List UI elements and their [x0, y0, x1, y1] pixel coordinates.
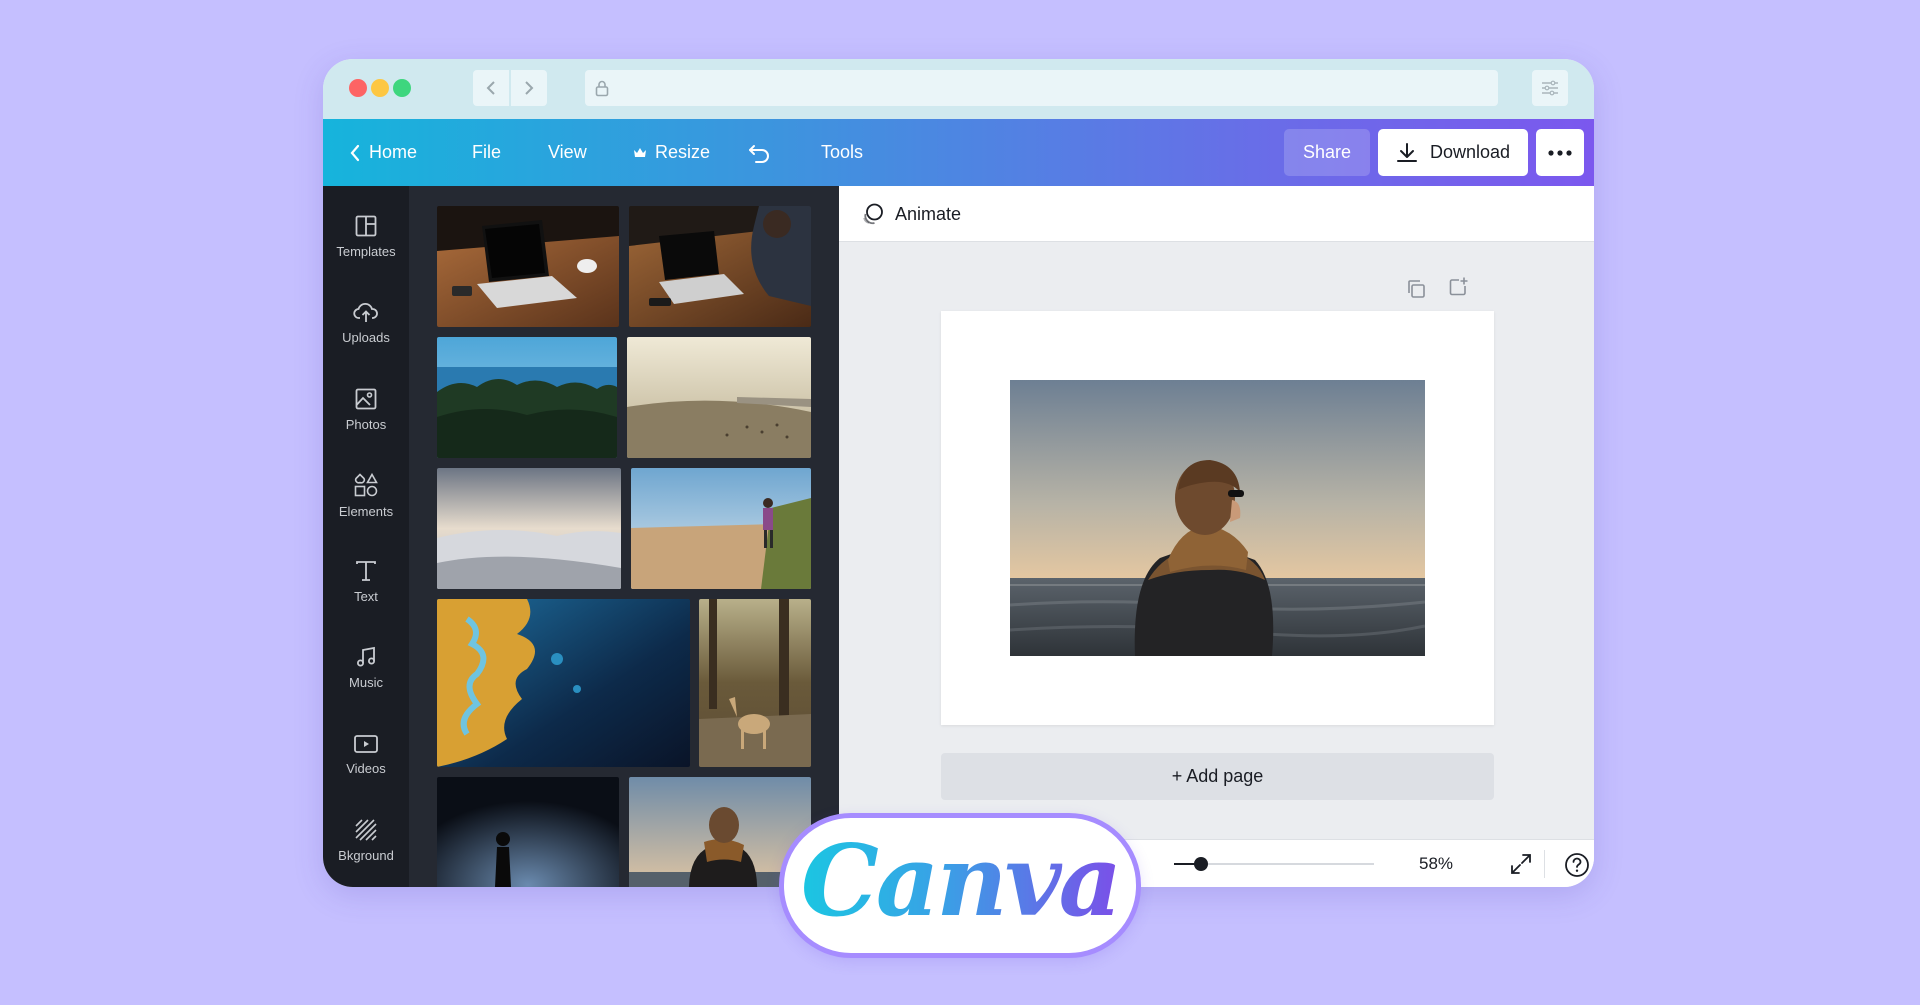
sidebar-item-photos[interactable]: Photos	[323, 374, 409, 444]
sidebar-item-background[interactable]: Bkground	[323, 805, 409, 875]
cave-photo	[437, 777, 619, 887]
photos-panel	[409, 186, 839, 887]
sidebar-item-label: Text	[354, 588, 378, 604]
photo-beach-walker[interactable]	[631, 468, 811, 589]
view-menu[interactable]: View	[548, 119, 587, 186]
upload-cloud-icon	[353, 302, 378, 322]
chevron-left-icon	[350, 144, 360, 161]
lock-icon	[595, 80, 609, 97]
laptop-work-photo	[629, 206, 811, 327]
design-page[interactable]	[941, 311, 1494, 725]
beach-photo	[627, 337, 811, 458]
background-hatch-icon	[355, 818, 377, 841]
text-icon	[356, 560, 376, 581]
add-page-label: + Add page	[1171, 766, 1264, 786]
photo-aerial-coast[interactable]	[437, 599, 690, 767]
divider	[1544, 850, 1545, 878]
download-button[interactable]: Download	[1378, 129, 1528, 176]
browser-chrome	[323, 59, 1594, 119]
minimize-window-dot[interactable]	[371, 79, 389, 97]
snow-photo	[437, 468, 621, 589]
sidebar-item-label: Videos	[346, 760, 386, 776]
music-note-icon	[357, 646, 375, 666]
photo-dark-cave[interactable]	[437, 777, 619, 887]
browser-settings-button[interactable]	[1532, 70, 1568, 106]
shapes-icon	[354, 472, 378, 496]
duplicate-page-icon[interactable]	[1405, 278, 1427, 300]
fullscreen-icon[interactable]	[1509, 852, 1533, 876]
forest-photo	[437, 337, 617, 458]
person-at-sea-photo	[1010, 380, 1425, 656]
add-page-button[interactable]: + Add page	[941, 753, 1494, 800]
address-bar[interactable]	[585, 70, 1498, 106]
browser-forward-button[interactable]	[511, 70, 547, 106]
templates-icon	[355, 215, 377, 236]
zoom-slider[interactable]	[1174, 857, 1374, 871]
photo-person-laptop[interactable]	[629, 206, 811, 327]
zoom-level[interactable]: 58%	[1419, 840, 1453, 887]
chevron-left-icon	[486, 81, 495, 95]
undo-button[interactable]	[748, 119, 772, 186]
add-page-icon[interactable]	[1447, 276, 1469, 298]
maximize-window-dot[interactable]	[393, 79, 411, 97]
deer-photo	[699, 599, 811, 767]
home-button[interactable]: Home	[349, 119, 417, 186]
file-menu[interactable]: File	[472, 119, 501, 186]
sidebar-item-label: Templates	[336, 243, 396, 259]
download-label: Download	[1429, 142, 1511, 162]
sidebar-item-elements[interactable]: Elements	[323, 460, 409, 530]
sidebar-item-label: Elements	[338, 503, 394, 519]
share-label: Share	[1302, 142, 1352, 162]
sidebar-item-text[interactable]: Text	[323, 546, 409, 616]
help-icon[interactable]	[1564, 852, 1590, 878]
photo-snow-dunes[interactable]	[437, 468, 621, 589]
sidebar-item-templates[interactable]: Templates	[323, 201, 409, 271]
close-window-dot[interactable]	[349, 79, 367, 97]
video-play-icon	[354, 734, 378, 753]
context-toolbar: Animate	[839, 186, 1594, 242]
aerial-photo	[437, 599, 690, 767]
animate-button[interactable]: Animate	[861, 186, 961, 242]
laptop-photo	[437, 206, 619, 327]
photo-misty-beach[interactable]	[627, 337, 811, 458]
file-label: File	[472, 142, 502, 162]
resize-button[interactable]: Resize	[633, 119, 710, 186]
animate-icon	[863, 203, 883, 225]
more-dots-icon	[1548, 149, 1572, 156]
share-button[interactable]: Share	[1284, 129, 1370, 176]
view-label: View	[548, 142, 587, 162]
editor-canvas-area: Animate + Add page 58%	[839, 186, 1594, 887]
sliders-icon	[1542, 80, 1558, 96]
home-label: Home	[369, 142, 418, 162]
crown-icon	[634, 147, 646, 157]
photo-deer-forest[interactable]	[699, 599, 811, 767]
canva-logo: Canva	[800, 824, 1122, 939]
download-icon	[1396, 142, 1417, 162]
zoom-slider-thumb[interactable]	[1194, 857, 1208, 871]
more-options-button[interactable]	[1536, 129, 1584, 176]
photo-icon	[355, 388, 377, 409]
tools-label: Tools	[821, 142, 864, 162]
photo-forest-sea[interactable]	[437, 337, 617, 458]
chevron-right-icon	[525, 81, 534, 95]
canvas-photo-element[interactable]	[1010, 380, 1425, 656]
sidebar-item-videos[interactable]: Videos	[323, 719, 409, 789]
resize-label: Resize	[655, 142, 711, 162]
sidebar-item-label: Bkground	[338, 847, 394, 863]
editor-toolbar: Home File View Resize Tools Share Downlo…	[323, 119, 1594, 186]
sidebar-item-label: Music	[349, 674, 383, 690]
animate-label: Animate	[895, 203, 962, 224]
browser-window: Home File View Resize Tools Share Downlo…	[323, 59, 1594, 887]
photo-laptop-desk[interactable]	[437, 206, 619, 327]
sidebar-item-uploads[interactable]: Uploads	[323, 287, 409, 357]
walker-photo	[631, 468, 811, 589]
browser-back-button[interactable]	[473, 70, 509, 106]
canva-logo-badge: Canva	[779, 813, 1141, 958]
sidebar-item-label: Uploads	[342, 329, 390, 345]
sidebar-item-label: Photos	[345, 416, 387, 432]
sidebar-item-music[interactable]: Music	[323, 632, 409, 702]
undo-icon	[749, 144, 769, 163]
tools-menu[interactable]: Tools	[821, 119, 863, 186]
side-navigation: Templates Uploads Photos Elements Text M…	[323, 186, 409, 887]
